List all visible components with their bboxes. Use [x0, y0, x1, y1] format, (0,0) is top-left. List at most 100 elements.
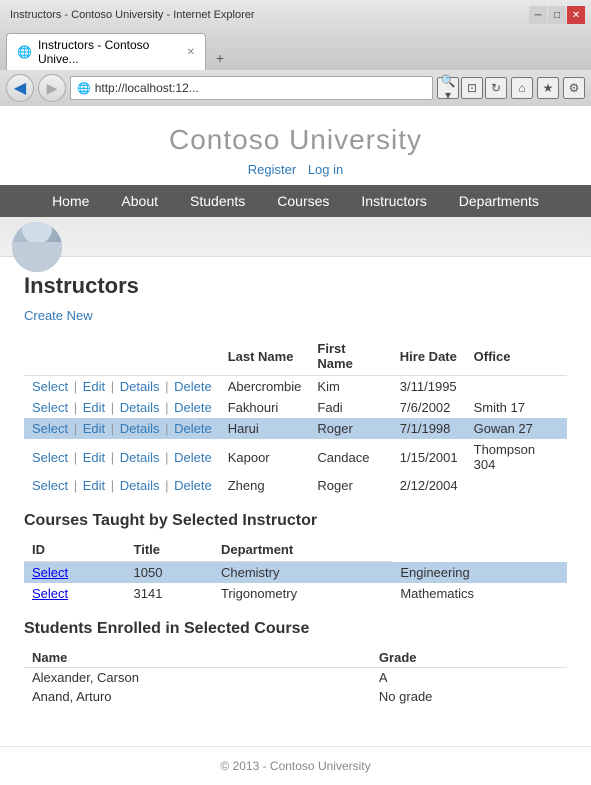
instructor-details-link[interactable]: Details [120, 478, 160, 493]
instructor-actions: Select | Edit | Details | Delete [24, 397, 220, 418]
tab-bar: 🌐 Instructors - Contoso Unive... ✕ + [0, 30, 591, 70]
instructor-first-name: Candace [309, 439, 391, 475]
instructor-select-link[interactable]: Select [32, 478, 68, 493]
col-office: Office [466, 337, 567, 376]
student-name: Alexander, Carson [24, 668, 371, 688]
site-header: Contoso University Register Log in [0, 106, 591, 185]
instructor-last-name: Zheng [220, 475, 310, 496]
instructor-details-link[interactable]: Details [120, 450, 160, 465]
instructor-delete-link[interactable]: Delete [174, 379, 212, 394]
nav-item-departments[interactable]: Departments [443, 185, 555, 217]
nav-item-instructors[interactable]: Instructors [345, 185, 442, 217]
compat-button[interactable]: ⊡ [461, 77, 483, 99]
instructor-first-name: Fadi [309, 397, 391, 418]
course-department: Engineering [392, 562, 567, 584]
action-separator: | [107, 400, 118, 415]
course-department: Mathematics [392, 583, 567, 604]
course-title: Chemistry [213, 562, 392, 584]
instructor-edit-link[interactable]: Edit [83, 478, 105, 493]
course-title: Trigonometry [213, 583, 392, 604]
instructor-row: Select | Edit | Details | DeleteKapoorCa… [24, 439, 567, 475]
col-hire-date: Hire Date [392, 337, 466, 376]
page-heading: Instructors [24, 273, 567, 299]
instructor-hire-date: 7/6/2002 [392, 397, 466, 418]
students-col-grade: Grade [371, 646, 567, 668]
home-button[interactable]: ⌂ [511, 77, 533, 99]
courses-col-id: ID [24, 538, 126, 562]
action-separator: | [70, 379, 81, 394]
instructor-last-name: Kapoor [220, 439, 310, 475]
action-separator: | [70, 450, 81, 465]
instructor-select-link[interactable]: Select [32, 421, 68, 436]
nav-item-courses[interactable]: Courses [261, 185, 345, 217]
new-tab-button[interactable]: + [208, 46, 232, 70]
instructor-select-link[interactable]: Select [32, 379, 68, 394]
action-separator: | [70, 478, 81, 493]
instructor-details-link[interactable]: Details [120, 379, 160, 394]
instructor-office [466, 475, 567, 496]
instructor-hire-date: 3/11/1995 [392, 376, 466, 398]
tools-button[interactable]: ⚙ [563, 77, 585, 99]
main-content: Instructors Create New Last Name First N… [0, 257, 591, 726]
login-link[interactable]: Log in [308, 162, 343, 177]
col-actions [24, 337, 220, 376]
courses-section-heading: Courses Taught by Selected Instructor [24, 512, 567, 530]
address-bar[interactable]: 🌐 http://localhost:12... [70, 76, 433, 100]
instructor-first-name: Roger [309, 418, 391, 439]
back-button[interactable]: ◀ [6, 74, 34, 102]
search-dropdown-button[interactable]: 🔍▾ [437, 77, 459, 99]
instructor-first-name: Kim [309, 376, 391, 398]
courses-col-dept: Department [213, 538, 392, 562]
instructor-edit-link[interactable]: Edit [83, 450, 105, 465]
action-separator: | [107, 421, 118, 436]
instructor-details-link[interactable]: Details [120, 421, 160, 436]
nav-item-about[interactable]: About [105, 185, 174, 217]
tab-label: Instructors - Contoso Unive... [38, 38, 181, 66]
action-separator: | [162, 379, 173, 394]
instructor-delete-link[interactable]: Delete [174, 450, 212, 465]
course-select-link[interactable]: Select [32, 586, 68, 601]
address-text: http://localhost:12... [95, 81, 199, 95]
auth-links: Register Log in [0, 162, 591, 177]
instructor-actions: Select | Edit | Details | Delete [24, 376, 220, 398]
instructor-edit-link[interactable]: Edit [83, 379, 105, 394]
instructor-row: Select | Edit | Details | DeleteZhengRog… [24, 475, 567, 496]
maximize-button[interactable]: □ [548, 6, 566, 24]
instructors-table: Last Name First Name Hire Date Office Se… [24, 337, 567, 496]
create-new-link[interactable]: Create New [24, 308, 93, 323]
instructor-edit-link[interactable]: Edit [83, 400, 105, 415]
instructor-last-name: Fakhouri [220, 397, 310, 418]
instructor-edit-link[interactable]: Edit [83, 421, 105, 436]
close-button[interactable]: ✕ [567, 6, 585, 24]
student-row: Anand, ArturoNo grade [24, 687, 567, 706]
instructor-select-link[interactable]: Select [32, 400, 68, 415]
students-section-heading: Students Enrolled in Selected Course [24, 620, 567, 638]
nav-item-students[interactable]: Students [174, 185, 261, 217]
instructor-delete-link[interactable]: Delete [174, 478, 212, 493]
tab-close-icon[interactable]: ✕ [187, 47, 195, 58]
action-separator: | [162, 450, 173, 465]
instructor-delete-link[interactable]: Delete [174, 421, 212, 436]
active-tab[interactable]: 🌐 Instructors - Contoso Unive... ✕ [6, 33, 206, 70]
action-separator: | [107, 379, 118, 394]
nav-item-home[interactable]: Home [36, 185, 105, 217]
instructor-office: Gowan 27 [466, 418, 567, 439]
instructor-last-name: Harui [220, 418, 310, 439]
window-title: Instructors - Contoso University - Inter… [6, 9, 529, 21]
page-wrapper: Contoso University Register Log in Home … [0, 106, 591, 785]
minimize-button[interactable]: ─ [529, 6, 547, 24]
course-row: Select 3141TrigonometryMathematics [24, 583, 567, 604]
course-id: 3141 [126, 583, 213, 604]
students-col-name: Name [24, 646, 371, 668]
instructor-details-link[interactable]: Details [120, 400, 160, 415]
course-select-link[interactable]: Select [32, 565, 68, 580]
refresh-button[interactable]: ↻ [485, 77, 507, 99]
favorites-button[interactable]: ★ [537, 77, 559, 99]
forward-button[interactable]: ▶ [38, 74, 66, 102]
site-footer: © 2013 - Contoso University [0, 746, 591, 785]
register-link[interactable]: Register [248, 162, 296, 177]
instructor-select-link[interactable]: Select [32, 450, 68, 465]
students-table: Name Grade Alexander, CarsonAAnand, Artu… [24, 646, 567, 706]
instructor-actions: Select | Edit | Details | Delete [24, 418, 220, 439]
instructor-delete-link[interactable]: Delete [174, 400, 212, 415]
